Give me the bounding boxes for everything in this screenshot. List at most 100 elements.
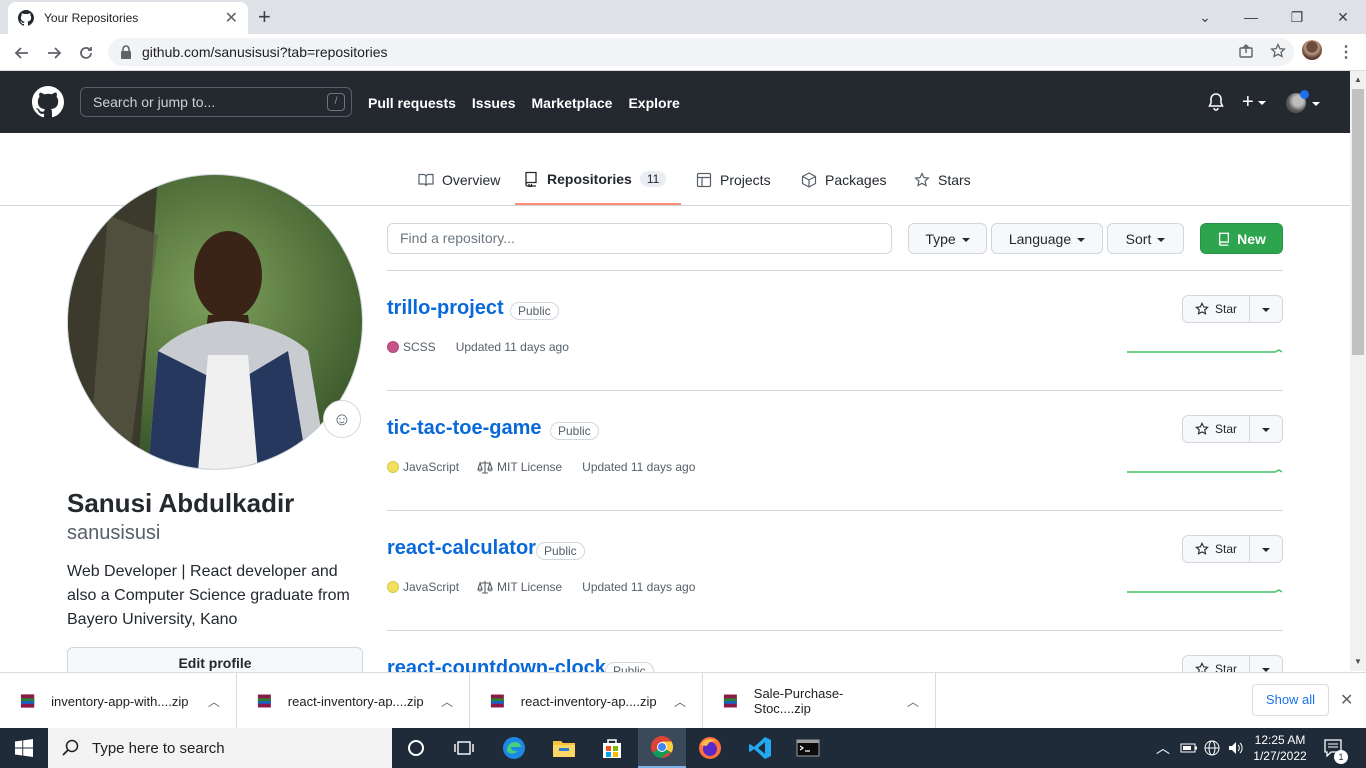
find-repository-input[interactable]: Find a repository... <box>387 223 892 254</box>
star-list-dropdown[interactable] <box>1250 535 1283 563</box>
package-icon <box>801 172 817 188</box>
vscode-icon[interactable] <box>736 728 784 768</box>
task-view-icon[interactable] <box>440 728 488 768</box>
nav-issues[interactable]: Issues <box>472 95 516 111</box>
repo-name-link[interactable]: react-calculator <box>387 537 536 560</box>
scroll-down-icon[interactable]: ▼ <box>1354 657 1362 666</box>
github-global-nav: Pull requests Issues Marketplace Explore <box>368 95 680 111</box>
star-button[interactable]: Star <box>1182 535 1250 563</box>
github-search-input[interactable]: Search or jump to... / <box>80 87 352 117</box>
back-icon[interactable] <box>9 40 35 66</box>
nav-marketplace[interactable]: Marketplace <box>532 95 613 111</box>
visibility-badge: Public <box>510 302 559 320</box>
tab-label: Packages <box>825 172 887 188</box>
chevron-up-icon[interactable]: ︿ <box>208 693 220 710</box>
star-button-group: Star <box>1182 295 1283 323</box>
repo-name-link[interactable]: react-countdown-clock <box>387 657 606 672</box>
github-header: Search or jump to... / Pull requests Iss… <box>0 71 1350 133</box>
nav-explore[interactable]: Explore <box>628 95 679 111</box>
tab-packages[interactable]: Packages <box>793 155 894 205</box>
system-clock[interactable]: 12:25 AM 1/27/2022 <box>1248 732 1312 764</box>
browser-menu-icon[interactable]: ⋮ <box>1338 42 1354 62</box>
new-repository-button[interactable]: New <box>1200 223 1283 254</box>
sort-filter-button[interactable]: Sort <box>1107 223 1184 254</box>
nav-pull-requests[interactable]: Pull requests <box>368 95 456 111</box>
tab-search-icon[interactable]: ⌄ <box>1182 0 1228 34</box>
download-item[interactable]: react-inventory-ap....zip ︿ <box>470 673 703 729</box>
repo-updated: Updated 11 days ago <box>455 340 569 354</box>
chrome-browser-icon[interactable] <box>638 728 686 768</box>
network-globe-icon[interactable] <box>1204 728 1220 768</box>
scroll-thumb[interactable] <box>1352 89 1364 355</box>
download-item[interactable]: Sale-Purchase-Stoc....zip ︿ <box>703 673 936 729</box>
browser-profile-avatar[interactable] <box>1302 40 1322 60</box>
law-scale-icon <box>477 581 493 594</box>
windows-start-icon[interactable] <box>0 728 48 768</box>
repo-license: MIT License <box>477 580 562 594</box>
star-list-dropdown[interactable] <box>1250 655 1283 672</box>
tab-close-icon[interactable]: ✕ <box>225 8 238 28</box>
firefox-icon[interactable] <box>686 728 734 768</box>
close-shelf-icon[interactable]: ✕ <box>1340 690 1353 710</box>
forward-icon[interactable] <box>41 40 67 66</box>
new-button-label: New <box>1237 230 1266 247</box>
bookmark-star-icon[interactable] <box>1270 42 1286 62</box>
chevron-up-icon[interactable]: ︿ <box>674 693 686 710</box>
visibility-badge: Public <box>536 542 585 560</box>
star-button[interactable]: Star <box>1182 655 1250 672</box>
page-scrollbar[interactable]: ▲ ▼ <box>1350 71 1366 671</box>
star-list-dropdown[interactable] <box>1250 295 1283 323</box>
lock-icon <box>121 45 131 59</box>
profile-avatar[interactable] <box>67 174 363 470</box>
minimize-icon[interactable]: — <box>1228 0 1274 34</box>
download-item[interactable]: react-inventory-ap....zip ︿ <box>237 673 470 729</box>
volume-icon[interactable] <box>1227 728 1245 768</box>
user-menu-avatar[interactable] <box>1286 90 1320 113</box>
new-tab-icon[interactable]: + <box>258 4 271 30</box>
share-icon[interactable] <box>1238 43 1254 62</box>
tab-overview[interactable]: Overview <box>410 155 508 205</box>
repo-icon <box>525 171 537 187</box>
edge-browser-icon[interactable] <box>490 728 538 768</box>
restore-icon[interactable]: ❐ <box>1274 0 1320 34</box>
profile-bio: Web Developer | React developer and also… <box>67 563 350 628</box>
tab-repositories[interactable]: Repositories 11 <box>515 155 681 205</box>
notifications-bell-icon[interactable] <box>1208 93 1224 111</box>
browser-tab[interactable]: Your Repositories ✕ <box>8 2 248 34</box>
download-item[interactable]: inventory-app-with....zip ︿ <box>0 673 237 729</box>
tab-projects[interactable]: Projects <box>688 155 779 205</box>
github-logo-icon[interactable] <box>32 86 64 118</box>
browser-toolbar: github.com/sanusisusi?tab=repositories <box>0 34 1366 71</box>
repo-name-link[interactable]: trillo-project <box>387 297 504 320</box>
create-new-plus-icon[interactable]: + <box>1242 92 1266 112</box>
battery-icon[interactable] <box>1180 728 1198 768</box>
star-label: Star <box>1214 422 1237 436</box>
window-close-icon[interactable]: ✕ <box>1320 0 1366 34</box>
type-filter-button[interactable]: Type <box>908 223 987 254</box>
chevron-up-icon[interactable]: ︿ <box>907 693 919 710</box>
tab-stars[interactable]: Stars <box>906 155 979 205</box>
microsoft-store-icon[interactable] <box>588 728 636 768</box>
address-bar[interactable]: github.com/sanusisusi?tab=repositories <box>108 38 1294 66</box>
scroll-up-icon[interactable]: ▲ <box>1354 75 1362 84</box>
show-hidden-icons-chevron[interactable]: ︿ <box>1156 728 1170 768</box>
taskbar-search-input[interactable]: Type here to search <box>48 728 392 768</box>
reload-icon[interactable] <box>73 40 99 66</box>
chevron-up-icon[interactable]: ︿ <box>441 693 453 710</box>
repo-meta: SCSS Updated 11 days ago <box>387 340 569 354</box>
license-label: MIT License <box>497 460 563 474</box>
star-button[interactable]: Star <box>1182 295 1250 323</box>
terminal-icon[interactable] <box>784 728 832 768</box>
language-filter-button[interactable]: Language <box>991 223 1103 254</box>
file-explorer-icon[interactable] <box>540 728 588 768</box>
star-button-group: Star <box>1182 415 1283 443</box>
repo-name-link[interactable]: tic-tac-toe-game <box>387 417 541 440</box>
star-list-dropdown[interactable] <box>1250 415 1283 443</box>
notification-center-icon[interactable]: 1 <box>1324 728 1348 768</box>
notification-count-badge: 1 <box>1334 750 1348 764</box>
show-all-downloads-button[interactable]: Show all <box>1252 684 1329 716</box>
star-button[interactable]: Star <box>1182 415 1250 443</box>
winrar-archive-icon <box>723 694 737 708</box>
cortana-icon[interactable] <box>392 728 440 768</box>
set-status-smiley-icon[interactable]: ☺ <box>323 400 361 438</box>
